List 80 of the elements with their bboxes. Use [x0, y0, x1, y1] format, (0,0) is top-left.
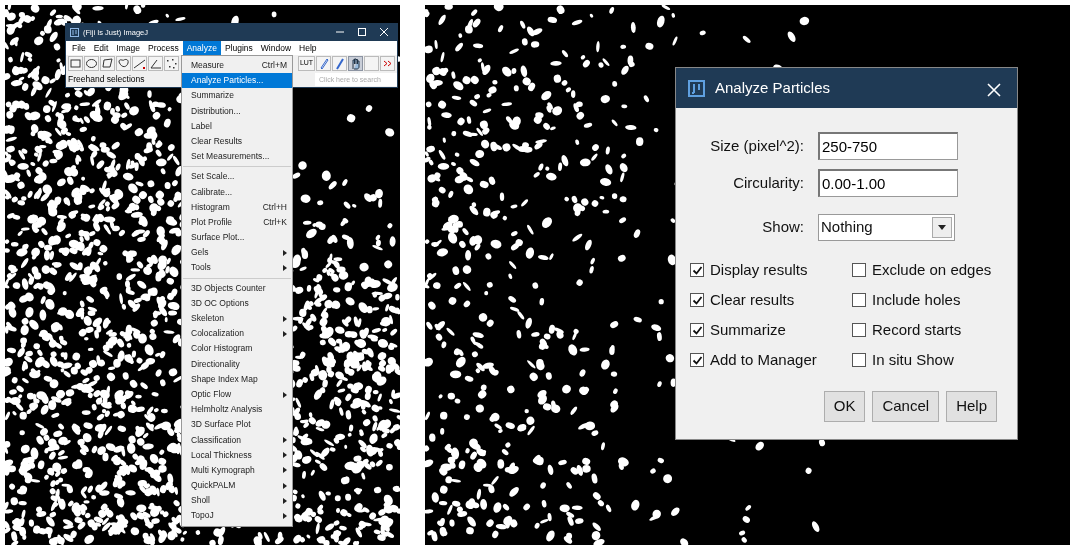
polygon-tool-icon[interactable] — [100, 56, 115, 71]
menu-item[interactable]: Calibrate... — [182, 184, 292, 200]
checkbox-label: Clear results — [710, 291, 795, 309]
menu-item[interactable]: Edit — [89, 41, 113, 55]
line-tool-icon[interactable] — [132, 56, 147, 71]
menu-item[interactable]: 3D Objects Counter — [182, 280, 292, 296]
menu-item[interactable]: Help — [295, 41, 321, 55]
shortcut-text: Ctrl+K — [263, 215, 287, 229]
checkbox-label: In situ Show — [872, 351, 954, 369]
menu-item[interactable]: Optic Flow — [182, 386, 292, 403]
checkbox[interactable] — [690, 323, 704, 337]
menu-item[interactable]: Plot Profile Ctrl+K — [182, 214, 292, 231]
menu-item[interactable]: QuickPALM — [182, 478, 292, 494]
menu-item[interactable]: Classification — [182, 432, 292, 448]
checkbox[interactable] — [690, 293, 704, 307]
checkbox-label: Record starts — [872, 321, 962, 339]
menu-item[interactable]: Set Measurements... — [182, 149, 292, 165]
fiji-logo-icon — [688, 79, 705, 97]
point-tool-icon[interactable] — [164, 56, 179, 71]
menu-item[interactable]: Distribution... — [182, 103, 292, 119]
menu-item[interactable]: Tools — [182, 260, 292, 276]
fiji-logo-icon — [70, 28, 79, 37]
checkbox[interactable] — [852, 293, 866, 307]
menu-item[interactable]: Plugins — [220, 41, 257, 55]
shortcut-text: Ctrl+M — [261, 59, 287, 72]
dialog-button[interactable]: OK — [823, 391, 866, 422]
field-label: Show: — [761, 217, 804, 238]
checkbox-label: Include holes — [872, 291, 961, 309]
text-field[interactable]: 0.00-1.00 — [818, 169, 958, 197]
menu-item[interactable]: 3D OC Options — [182, 295, 292, 311]
menu-item[interactable]: Image — [112, 41, 144, 55]
checkbox-label: Exclude on edges — [872, 261, 992, 279]
status-text: Freehand selections — [68, 73, 145, 86]
shortcut-text: Ctrl+H — [262, 200, 287, 214]
checkbox-label: Display results — [710, 261, 808, 279]
field-label: Size (pixel^2): — [709, 135, 804, 156]
checkbox-label: Add to Manager — [710, 351, 817, 369]
angle-tool-icon[interactable] — [148, 56, 163, 71]
menu-item[interactable]: Gels — [182, 245, 292, 261]
checkbox[interactable] — [852, 263, 866, 277]
oval-tool-icon[interactable] — [84, 56, 99, 71]
menu-item[interactable]: Analyze — [182, 41, 221, 55]
menu-item[interactable]: Directionality — [182, 356, 292, 372]
menu-item[interactable]: Surface Plot... — [182, 230, 292, 246]
checkbox[interactable] — [690, 263, 704, 277]
menu-item[interactable]: Histogram Ctrl+H — [182, 199, 292, 215]
checkbox[interactable] — [852, 353, 866, 367]
dialog-button[interactable]: Cancel — [872, 391, 940, 422]
freehand-tool-icon[interactable] — [116, 56, 131, 71]
menu-item[interactable]: TopoJ — [182, 508, 292, 524]
menu-item[interactable]: Window — [256, 41, 296, 55]
pen-tool-icon[interactable] — [316, 56, 331, 71]
dialog-button[interactable]: Help — [946, 391, 997, 422]
menu-item[interactable]: File — [68, 41, 90, 55]
brush-tool-icon[interactable] — [332, 56, 347, 71]
checkbox[interactable] — [690, 353, 704, 367]
menu-item[interactable]: Multi Kymograph — [182, 462, 292, 479]
menu-item[interactable]: Clear Results — [182, 133, 292, 150]
menu-item[interactable]: Label — [182, 118, 292, 134]
text-field[interactable]: 250-750 — [818, 132, 958, 160]
menu-item[interactable]: Analyze Particles... — [182, 73, 292, 89]
menu-item[interactable]: Sholl — [182, 493, 292, 509]
double-chevron-icon[interactable] — [380, 56, 395, 71]
menu-item[interactable]: 3D Surface Plot — [182, 417, 292, 433]
menu-item[interactable]: Colocalization — [182, 326, 292, 342]
menu-item[interactable]: Summarize — [182, 88, 292, 104]
dialog-title: Analyze Particles — [715, 77, 832, 98]
menu-item[interactable]: Helmholtz Analysis — [182, 402, 292, 418]
menu-item[interactable]: Local Thickness — [182, 447, 292, 463]
menu-item[interactable]: Measure Ctrl+M — [182, 58, 292, 74]
dropdown-field[interactable]: Nothing — [818, 214, 955, 241]
menu-item[interactable]: Process — [144, 41, 183, 55]
checkbox-label: Summarize — [710, 321, 786, 339]
menu-item[interactable]: Shape Index Map — [182, 371, 292, 387]
field-label: Circularity: — [732, 172, 804, 193]
menu-item[interactable]: Color Histogram — [182, 341, 292, 357]
hand-tool-icon[interactable] — [348, 56, 363, 71]
menu-item[interactable]: Set Scale... — [182, 169, 292, 185]
checkbox[interactable] — [852, 323, 866, 337]
menu-item[interactable]: Skeleton — [182, 311, 292, 327]
